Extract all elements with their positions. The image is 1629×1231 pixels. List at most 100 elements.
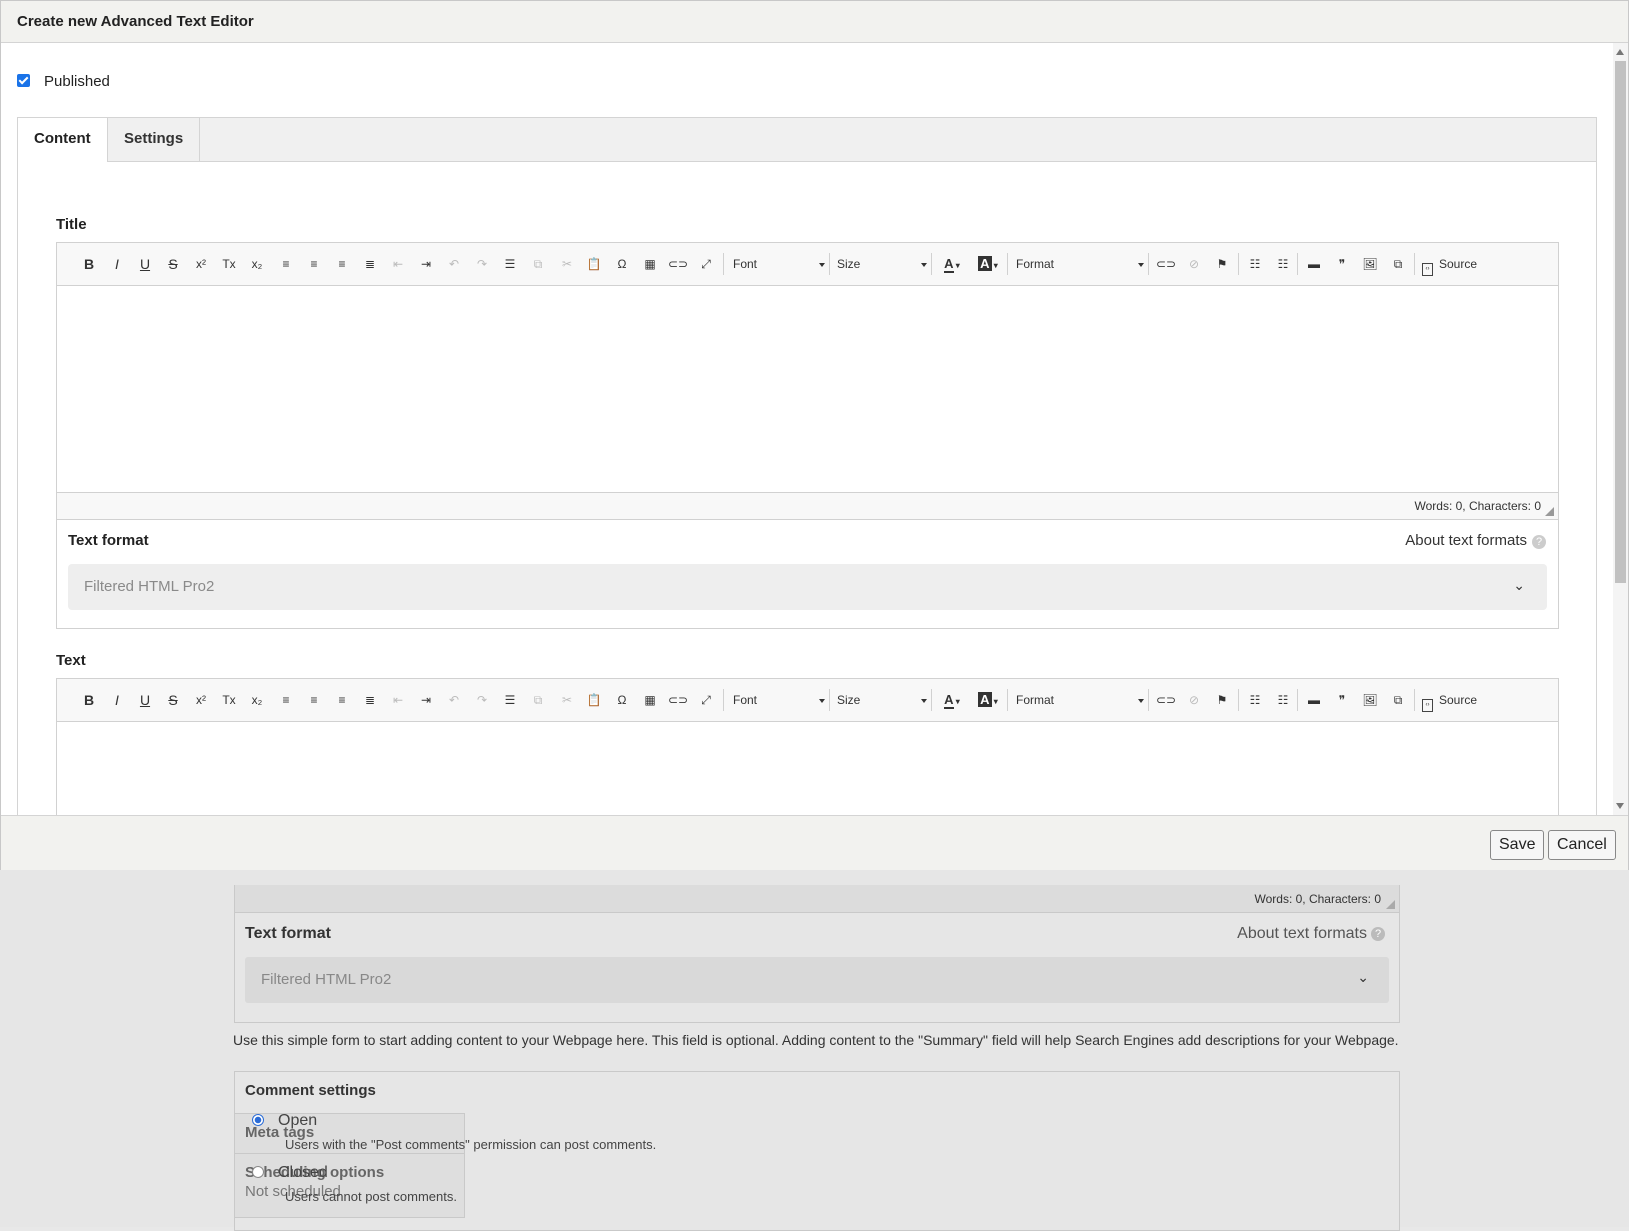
- media-icon[interactable]: ⧉: [1388, 690, 1408, 710]
- size-dropdown[interactable]: Size: [837, 254, 927, 274]
- media-icon[interactable]: ⧉: [1388, 254, 1408, 274]
- numbered-list-icon[interactable]: ☷: [1273, 690, 1293, 710]
- italic-icon[interactable]: I: [107, 690, 127, 710]
- iframe-icon[interactable]: ▬: [1304, 690, 1324, 710]
- indent-icon[interactable]: ⇥: [416, 254, 436, 274]
- numbered-list-icon[interactable]: ☷: [1273, 254, 1293, 274]
- scroll-up-icon[interactable]: [1616, 49, 1624, 55]
- title-editor-area[interactable]: [57, 286, 1558, 492]
- blockquote-icon[interactable]: ❞: [1332, 254, 1352, 274]
- bg-text-format-select[interactable]: Filtered HTML Pro2 ⌄: [245, 957, 1389, 1003]
- source-button[interactable]: ‹› Source: [1422, 254, 1477, 276]
- comment-option-open[interactable]: Open: [252, 1112, 317, 1130]
- unlink-icon[interactable]: ⊘: [1184, 254, 1204, 274]
- radio-closed[interactable]: [252, 1166, 264, 1178]
- subscript-icon[interactable]: x₂: [247, 690, 267, 710]
- image-icon[interactable]: 🖼: [1360, 690, 1380, 710]
- bg-about-text-formats-text[interactable]: About text formats: [1237, 925, 1367, 942]
- format-dropdown[interactable]: Format: [1016, 254, 1144, 274]
- maximize-icon[interactable]: ⤢: [696, 254, 716, 274]
- tab-settings[interactable]: Settings: [108, 118, 201, 161]
- bulleted-list-icon[interactable]: ☷: [1245, 690, 1265, 710]
- align-left-icon[interactable]: ≡: [276, 690, 296, 710]
- comment-option-closed[interactable]: Closed: [252, 1164, 328, 1182]
- strikethrough-icon[interactable]: S: [163, 254, 183, 274]
- remove-format-icon[interactable]: Tx: [219, 690, 239, 710]
- anchor-flag-icon[interactable]: ⚑: [1212, 254, 1232, 274]
- paste-icon[interactable]: 📋: [584, 254, 604, 274]
- subscript-icon[interactable]: x₂: [247, 254, 267, 274]
- scroll-down-icon[interactable]: [1616, 803, 1624, 809]
- image-icon[interactable]: 🖼: [1360, 254, 1380, 274]
- table-icon[interactable]: ▦: [640, 254, 660, 274]
- align-center-icon[interactable]: ≡: [332, 690, 352, 710]
- underline-icon[interactable]: U: [135, 690, 155, 710]
- link-icon[interactable]: ⊂⊃: [1156, 690, 1176, 710]
- text-format-select[interactable]: Filtered HTML Pro2 ⌄: [68, 564, 1547, 610]
- bg-color-icon[interactable]: A ▾: [975, 690, 1001, 710]
- copy-icon[interactable]: ⧉: [528, 254, 548, 274]
- text-color-icon[interactable]: A ▾: [939, 254, 965, 274]
- vertical-tab-comment-settings[interactable]: Comment settings: [235, 1072, 465, 1114]
- anchor-flag-icon[interactable]: ⚑: [1212, 690, 1232, 710]
- strikethrough-icon[interactable]: S: [163, 690, 183, 710]
- indent-icon[interactable]: ⇥: [416, 690, 436, 710]
- save-button[interactable]: Save: [1490, 830, 1545, 860]
- superscript-icon[interactable]: x²: [191, 254, 211, 274]
- cut-icon[interactable]: ✂: [557, 690, 577, 710]
- font-dropdown[interactable]: Font: [733, 690, 825, 710]
- link-icon[interactable]: ⊂⊃: [668, 254, 688, 274]
- paste-icon[interactable]: 📋: [584, 690, 604, 710]
- source-button[interactable]: ‹› Source: [1422, 690, 1477, 712]
- underline-icon[interactable]: U: [135, 254, 155, 274]
- maximize-icon[interactable]: ⤢: [696, 690, 716, 710]
- redo-icon[interactable]: ↷: [472, 254, 492, 274]
- outdent-icon[interactable]: ⇤: [388, 690, 408, 710]
- outdent-icon[interactable]: ⇤: [388, 254, 408, 274]
- remove-format-icon[interactable]: Tx: [219, 254, 239, 274]
- text-editor-area[interactable]: [57, 722, 1558, 815]
- bg-color-icon[interactable]: A ▾: [975, 254, 1001, 274]
- horizontal-rule-icon[interactable]: ☰: [500, 254, 520, 274]
- undo-icon[interactable]: ↶: [444, 254, 464, 274]
- align-right-icon[interactable]: ≡: [304, 690, 324, 710]
- unlink-icon[interactable]: ⊘: [1184, 690, 1204, 710]
- table-icon[interactable]: ▦: [640, 690, 660, 710]
- cut-icon[interactable]: ✂: [557, 254, 577, 274]
- justify-icon[interactable]: ≣: [360, 254, 380, 274]
- align-left-icon[interactable]: ≡: [276, 254, 296, 274]
- size-dropdown[interactable]: Size: [837, 690, 927, 710]
- radio-open[interactable]: [252, 1114, 264, 1126]
- scroll-thumb[interactable]: [1615, 61, 1626, 583]
- link-icon[interactable]: ⊂⊃: [1156, 254, 1176, 274]
- resize-grip-icon[interactable]: [1386, 900, 1395, 909]
- copy-icon[interactable]: ⧉: [528, 690, 548, 710]
- font-dropdown[interactable]: Font: [733, 254, 825, 274]
- cancel-button[interactable]: Cancel: [1548, 830, 1616, 860]
- published-checkbox[interactable]: [17, 74, 30, 87]
- align-right-icon[interactable]: ≡: [304, 254, 324, 274]
- tab-content[interactable]: Content: [18, 118, 108, 162]
- iframe-icon[interactable]: ▬: [1304, 254, 1324, 274]
- bulleted-list-icon[interactable]: ☷: [1245, 254, 1265, 274]
- horizontal-rule-icon[interactable]: ☰: [500, 690, 520, 710]
- resize-grip-icon[interactable]: [1545, 507, 1554, 516]
- special-char-icon[interactable]: Ω: [612, 254, 632, 274]
- dialog-scrollbar[interactable]: [1613, 43, 1628, 815]
- italic-icon[interactable]: I: [107, 254, 127, 274]
- bold-icon[interactable]: B: [79, 690, 99, 710]
- superscript-icon[interactable]: x²: [191, 690, 211, 710]
- redo-icon[interactable]: ↷: [472, 690, 492, 710]
- undo-icon[interactable]: ↶: [444, 690, 464, 710]
- bg-about-text-formats-link[interactable]: About text formats?: [1237, 925, 1385, 943]
- about-text-formats-link[interactable]: About text formats?: [1405, 532, 1546, 549]
- special-char-icon[interactable]: Ω: [612, 690, 632, 710]
- justify-icon[interactable]: ≣: [360, 690, 380, 710]
- format-dropdown[interactable]: Format: [1016, 690, 1144, 710]
- bold-icon[interactable]: B: [79, 254, 99, 274]
- align-center-icon[interactable]: ≡: [332, 254, 352, 274]
- text-color-icon[interactable]: A ▾: [939, 690, 965, 710]
- blockquote-icon[interactable]: ❞: [1332, 690, 1352, 710]
- published-checkbox-row[interactable]: Published: [17, 73, 110, 90]
- link-icon[interactable]: ⊂⊃: [668, 690, 688, 710]
